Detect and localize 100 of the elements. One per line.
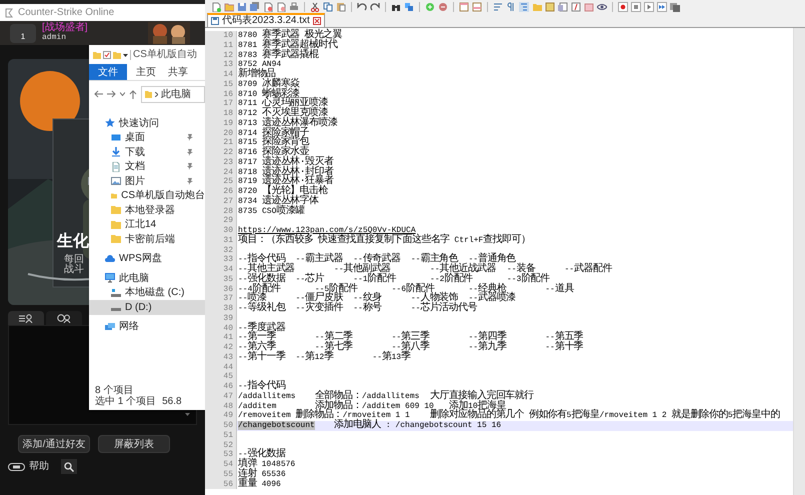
- line-number: 34: [205, 265, 236, 275]
- line-number: 37: [205, 294, 236, 304]
- print-icon[interactable]: [289, 2, 299, 12]
- line-number: 20: [205, 128, 236, 138]
- pin-icon[interactable]: [187, 163, 193, 170]
- tab[interactable]: [8, 311, 44, 325]
- pin-icon[interactable]: [187, 178, 193, 185]
- play-icon[interactable]: [644, 2, 654, 12]
- eye-icon[interactable]: [597, 2, 607, 12]
- code-line: --指令代码: [238, 382, 286, 392]
- window-icon[interactable]: [459, 2, 469, 12]
- drive-icon: [111, 288, 121, 298]
- list-person-icon: [18, 314, 34, 322]
- wrap-icon[interactable]: [493, 2, 503, 12]
- app-icon: [4, 8, 14, 18]
- nav-item[interactable]: 本地登录器: [89, 203, 205, 218]
- list-icon[interactable]: [558, 2, 568, 12]
- nav-item[interactable]: 江北14: [89, 218, 205, 232]
- indent-icon[interactable]: [519, 2, 529, 12]
- window-icon[interactable]: [472, 2, 482, 12]
- nav-item[interactable]: WPS网盘: [89, 252, 205, 266]
- download-icon: [111, 147, 121, 158]
- record-icon[interactable]: [618, 2, 628, 12]
- nav-item[interactable]: 网络: [89, 320, 205, 334]
- undo-icon[interactable]: [357, 2, 367, 12]
- line-number: 42: [205, 343, 236, 353]
- save-all-icon[interactable]: [250, 2, 260, 12]
- ribbon-tab[interactable]: 共享: [165, 64, 191, 80]
- line-number: 56: [205, 480, 236, 490]
- paste-icon[interactable]: [336, 2, 346, 12]
- nav-item[interactable]: 下载: [89, 145, 205, 160]
- line-number: 47: [205, 392, 236, 402]
- search-button[interactable]: [61, 459, 77, 474]
- back-icon[interactable]: [94, 90, 103, 98]
- code-line: --等级礼包 --灾变插件 --称号 --芯片活动代号: [238, 304, 477, 314]
- friend-button[interactable]: 屏蔽列表: [98, 435, 170, 453]
- save-macro-icon[interactable]: [670, 2, 680, 12]
- line-number: 25: [205, 177, 236, 187]
- redo-icon[interactable]: [370, 2, 380, 12]
- line-number: 24: [205, 168, 236, 178]
- nav-item[interactable]: 此电脑: [89, 271, 205, 286]
- ribbon-tab[interactable]: 主页: [133, 64, 159, 80]
- save-icon[interactable]: [237, 2, 247, 12]
- replace-icon[interactable]: [404, 2, 414, 12]
- address-bar[interactable]: 此电脑: [141, 86, 205, 102]
- code-line: 项目：（东西较多 快速查找直接复制下面这些名字 Ctrl+F查找即可）: [238, 236, 530, 246]
- zoom-out-icon[interactable]: [438, 2, 448, 12]
- dropdown-icon[interactable]: [123, 52, 128, 56]
- player-name: admin: [42, 33, 68, 43]
- line-number: 39: [205, 314, 236, 324]
- nav-item[interactable]: 文档: [89, 160, 205, 174]
- nav-item[interactable]: 本地磁盘 (C:): [89, 286, 205, 300]
- line-number: 19: [205, 118, 236, 128]
- fast-forward-icon[interactable]: [657, 2, 667, 12]
- line-number: 40: [205, 324, 236, 334]
- code-line: 8783 赛季武器撬棍: [238, 50, 318, 60]
- line-number: 13: [205, 60, 236, 70]
- star-icon: [105, 118, 115, 128]
- player-tag: [战场盛者]: [42, 23, 88, 33]
- close-file-icon[interactable]: [263, 2, 273, 12]
- cloud-icon: [105, 254, 115, 264]
- friend-button[interactable]: 添加/通过好友: [18, 435, 90, 453]
- up-icon[interactable]: [129, 90, 137, 98]
- help-link[interactable]: 帮助: [29, 459, 49, 474]
- cut-icon[interactable]: [310, 2, 320, 12]
- line-number: 43: [205, 352, 236, 362]
- level-badge: 1: [10, 24, 36, 42]
- line-number: 11: [205, 40, 236, 50]
- nav-item[interactable]: D (D:): [89, 300, 205, 314]
- code-line: 重量 4096: [238, 480, 281, 490]
- pin-icon[interactable]: [187, 148, 193, 156]
- chevron-right-icon: [155, 92, 158, 96]
- code-line: --第十一季 --第12季 --第13季: [238, 352, 410, 362]
- chevron-down-icon[interactable]: [120, 92, 125, 96]
- picture-icon: [111, 176, 121, 186]
- nav-item[interactable]: 图片: [89, 174, 205, 188]
- nav-item[interactable]: CS单机版自动炮台: [89, 188, 205, 203]
- nav-item[interactable]: 桌面: [89, 130, 205, 145]
- line-number: 55: [205, 470, 236, 480]
- line-number: 54: [205, 460, 236, 470]
- zoom-in-icon[interactable]: [425, 2, 435, 12]
- code-line: 8735 CSO喷漆罐: [238, 206, 305, 216]
- copy-icon[interactable]: [323, 2, 333, 12]
- new-file-icon[interactable]: [211, 2, 221, 12]
- close-icon[interactable]: [312, 17, 321, 25]
- nav-item[interactable]: 快速访问: [89, 116, 205, 130]
- forward-icon[interactable]: [107, 90, 116, 98]
- scrollbar[interactable]: [793, 28, 805, 495]
- nav-item[interactable]: 卡密前后端: [89, 232, 205, 246]
- pin-icon[interactable]: [187, 134, 193, 142]
- window-title: CS单机版自动: [133, 48, 197, 62]
- tab[interactable]: [46, 311, 82, 325]
- paragraph-icon[interactable]: [506, 2, 516, 12]
- stop-icon[interactable]: [631, 2, 641, 12]
- function-icon[interactable]: [571, 2, 581, 12]
- search-icon: [64, 462, 74, 472]
- save-icon: [211, 17, 219, 25]
- ribbon-tab[interactable]: 文件: [89, 64, 127, 80]
- toggle-icon[interactable]: [8, 462, 25, 470]
- close-all-icon[interactable]: [276, 2, 286, 12]
